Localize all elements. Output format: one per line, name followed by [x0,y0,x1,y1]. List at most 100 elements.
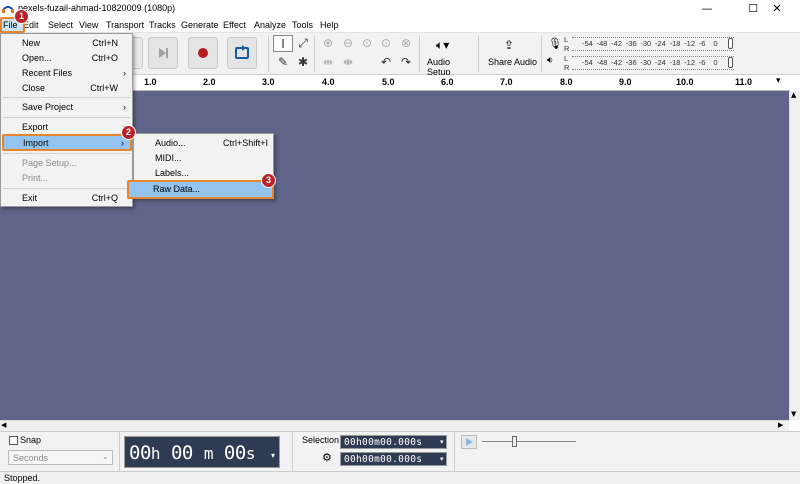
audio-setup-button[interactable]: 🔈︎▾ Audio Setup [424,36,474,77]
toolbar-separator [419,36,420,72]
meter-level-handle[interactable] [728,38,733,49]
menu-recent-label: Recent Files [22,68,73,78]
redo-icon[interactable]: ↷ [396,54,416,71]
menu-close-label: Close [22,83,46,93]
share-audio-label: Share Audio [488,57,538,67]
fit-selection-icon[interactable]: ⊙ [357,35,377,52]
menu-export[interactable]: Export› [1,120,132,135]
fit-project-icon[interactable]: ⊙ [376,35,396,52]
submenu-arrow-icon: › [121,138,124,148]
snap-checkbox[interactable] [9,436,18,445]
meter-right-label: R [564,44,570,53]
meter-scale-label: -54 [582,58,593,67]
menu-open-label: Open... [22,53,52,63]
window-title: pexels-fuzail-ahmad-10820009 (1080p) [18,3,176,13]
zoom-toggle-icon[interactable]: ⊗ [396,35,416,52]
meter-scale-label: -48 [596,39,608,48]
menu-import[interactable]: Import › [2,134,132,151]
menu-view[interactable]: View [79,20,98,30]
silence-icon[interactable]: ⇼ [338,54,358,71]
menu-page-setup[interactable]: Page Setup... [1,156,132,171]
menu-tracks[interactable]: Tracks [149,20,176,30]
time-display[interactable]: 00h 00 m 00s ▾ [124,436,280,468]
microphone-icon[interactable]: 🎙︎ [548,37,562,50]
bottom-separator [454,432,455,472]
meter-level-handle[interactable] [728,57,733,68]
menu-transport[interactable]: Transport [106,20,144,30]
meter-left-label: L [564,35,569,44]
meter-scale-label: -12 [684,39,696,48]
menu-exit[interactable]: Exit Ctrl+Q [1,191,132,206]
meter-scale-label: -18 [669,58,681,67]
multi-tool-icon[interactable]: ✱ [293,54,313,71]
scroll-down-icon[interactable]: ▼ [791,410,796,418]
selection-end-field[interactable]: 00h00m00.000s ▾ [340,452,447,466]
menu-save-project[interactable]: Save Project › [1,100,132,115]
loop-icon [235,45,249,59]
loop-button[interactable] [227,37,257,69]
scroll-right-icon[interactable]: ▶ [778,421,783,429]
minimize-button[interactable]: — [684,0,730,17]
scroll-up-icon[interactable]: ▲ [791,91,796,99]
recording-meter[interactable]: -54 -48 -42 -36 -30 -24 -18 -12 -6 0 [572,35,737,53]
playback-speed-slider[interactable] [482,435,578,449]
import-raw-data[interactable]: Raw Data... [127,180,274,199]
meter-bar [572,69,734,70]
skip-end-button[interactable] [148,37,178,69]
import-labels[interactable]: Labels... [134,166,273,181]
zoom-out-icon[interactable]: ⊖ [338,35,358,52]
menu-new[interactable]: New Ctrl+N [1,36,132,51]
menu-select[interactable]: Select [48,20,73,30]
step-badge-3: 3 [261,173,276,188]
selection-start-field[interactable]: 00h00m00.000s ▾ [340,435,447,449]
share-audio-button[interactable]: ⇪ Share Audio [484,36,538,70]
time-minutes: 00 [170,442,193,464]
ruler-menu-icon[interactable]: ▾ [776,76,781,86]
ruler-tick: 4.0 [322,77,335,87]
toolbar-separator [478,36,479,72]
selection-label: Selection [302,435,340,445]
undo-icon[interactable]: ↶ [376,54,396,71]
envelope-tool-icon[interactable]: ⤢ [293,35,313,52]
slider-thumb[interactable] [512,436,517,447]
ruler-tick: 11.0 [735,77,753,87]
selection-end-value: 00h00m00.000s [344,454,423,465]
selection-tool-icon[interactable]: I [273,35,293,52]
playback-speaker-icon[interactable]: 🔉︎ [547,55,553,66]
audacity-icon [2,3,14,13]
menu-tools[interactable]: Tools [292,20,313,30]
meter-scale-label: -30 [640,39,652,48]
menu-help[interactable]: Help [320,20,339,30]
playback-meter[interactable]: -54 -48 -42 -36 -30 -24 -18 -12 -6 0 [572,54,737,72]
import-audio[interactable]: Audio... Ctrl+Shift+I [134,136,273,151]
import-audio-label: Audio... [155,138,186,148]
record-button[interactable] [188,37,218,69]
menu-print-label: Print... [22,173,49,183]
menu-open[interactable]: Open... Ctrl+O [1,51,132,66]
import-raw-label: Raw Data... [153,184,201,194]
ruler-tick: 9.0 [619,77,632,87]
vertical-scrollbar[interactable]: ▲ ▼ [789,91,800,420]
play-at-speed-button[interactable] [461,435,477,449]
selection-settings-icon[interactable]: ⚙︎ [322,451,332,464]
meter-bar [572,56,734,57]
selection-start-value: 00h00m00.000s [344,437,423,448]
horizontal-scrollbar[interactable]: ◀ ▶ [0,420,789,431]
menu-generate[interactable]: Generate [181,20,219,30]
time-format-dropdown-icon[interactable]: ▾ [271,451,275,460]
trim-icon[interactable]: ⇹ [318,54,338,71]
scroll-left-icon[interactable]: ◀ [1,421,6,429]
menu-exit-label: Exit [22,193,38,203]
zoom-in-icon[interactable]: ⊕ [318,35,338,52]
menu-print[interactable]: Print... [1,171,132,186]
draw-tool-icon[interactable]: ✎ [273,54,293,71]
menu-close[interactable]: Close Ctrl+W [1,81,132,96]
meter-scale-label: -12 [684,58,696,67]
close-window-button[interactable]: ✕ [754,0,800,17]
import-midi[interactable]: MIDI... [134,151,273,166]
play-icon [466,438,473,446]
menu-effect[interactable]: Effect [223,20,246,30]
menu-analyze[interactable]: Analyze [254,20,286,30]
menu-recent-files[interactable]: Recent Files › [1,66,132,81]
snap-unit-select[interactable]: Seconds ⌄ [8,450,113,465]
